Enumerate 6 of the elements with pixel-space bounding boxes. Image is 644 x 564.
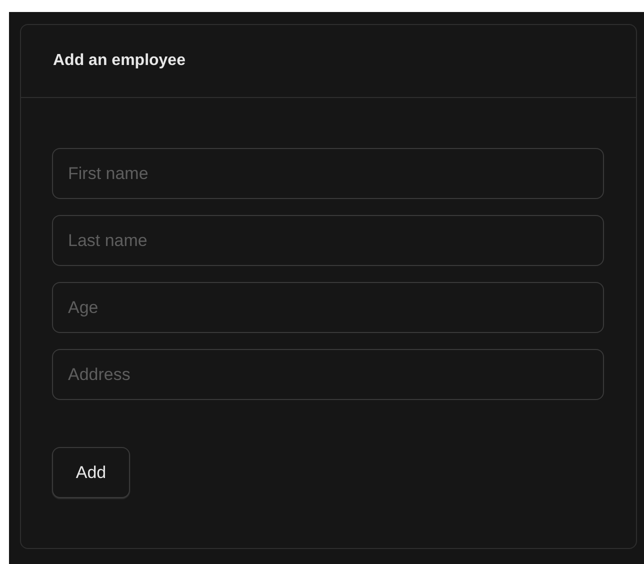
add-button[interactable]: Add xyxy=(52,447,130,498)
text-field[interactable]: Address xyxy=(52,349,604,400)
text-field[interactable]: Age xyxy=(52,282,604,333)
card-title: Add an employee xyxy=(53,52,186,70)
text-field[interactable]: Last name xyxy=(52,215,604,266)
text-field[interactable]: First name xyxy=(52,148,604,199)
